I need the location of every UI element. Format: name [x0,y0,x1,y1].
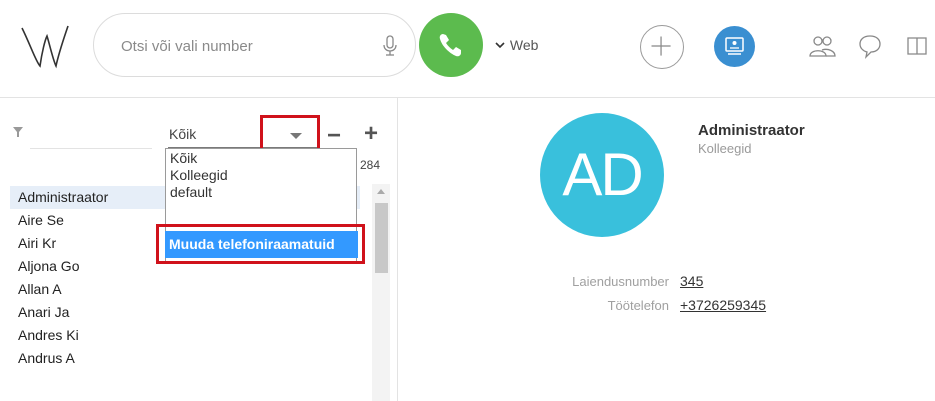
microphone-icon[interactable] [382,34,398,58]
contact-count: 284 [360,158,381,172]
work-phone-label: Töötelefon [607,298,669,313]
book-icon[interactable] [906,33,930,59]
filter-icon[interactable] [12,125,24,139]
chevron-down-icon [495,42,505,49]
add-phonebook-button[interactable]: + [364,122,378,146]
screen-share-button[interactable] [714,26,755,67]
search-input[interactable] [119,34,363,58]
line-selector[interactable]: Web [494,37,538,55]
dropdown-option[interactable]: Kõik [170,150,197,166]
contact-group: Kolleegid [698,141,752,156]
filter-input[interactable] [30,148,152,149]
extension-label: Laiendusnumber [572,274,669,289]
plus-icon [651,36,671,56]
line-label: Web [509,37,539,53]
arrow-highlight-box [260,115,320,152]
list-item[interactable]: Andres Ki [10,324,360,347]
dropdown-option[interactable]: default [170,184,212,200]
list-item[interactable]: Allan A [10,278,360,301]
dropdown-option[interactable]: Kolleegid [170,167,228,183]
extension-link[interactable]: 345 [680,273,703,289]
contacts-icon[interactable] [808,32,836,60]
remove-phonebook-button[interactable]: − [327,124,341,148]
contact-name: Administraator [698,122,805,139]
add-button[interactable] [640,25,684,69]
chat-icon[interactable] [858,33,882,59]
scroll-up-icon[interactable] [377,189,385,194]
scrollbar-thumb[interactable] [375,203,388,273]
call-button[interactable] [419,13,483,77]
screen-icon [725,37,744,55]
edit-highlight-box [156,224,365,264]
list-item[interactable]: Andrus A [10,347,360,370]
phone-icon [439,34,461,57]
work-phone-link[interactable]: +3726259345 [680,297,766,313]
w-logo-icon[interactable] [20,22,70,72]
list-item[interactable]: Anari Ja [10,301,360,324]
avatar: AD [540,113,664,237]
search-box [93,13,416,77]
